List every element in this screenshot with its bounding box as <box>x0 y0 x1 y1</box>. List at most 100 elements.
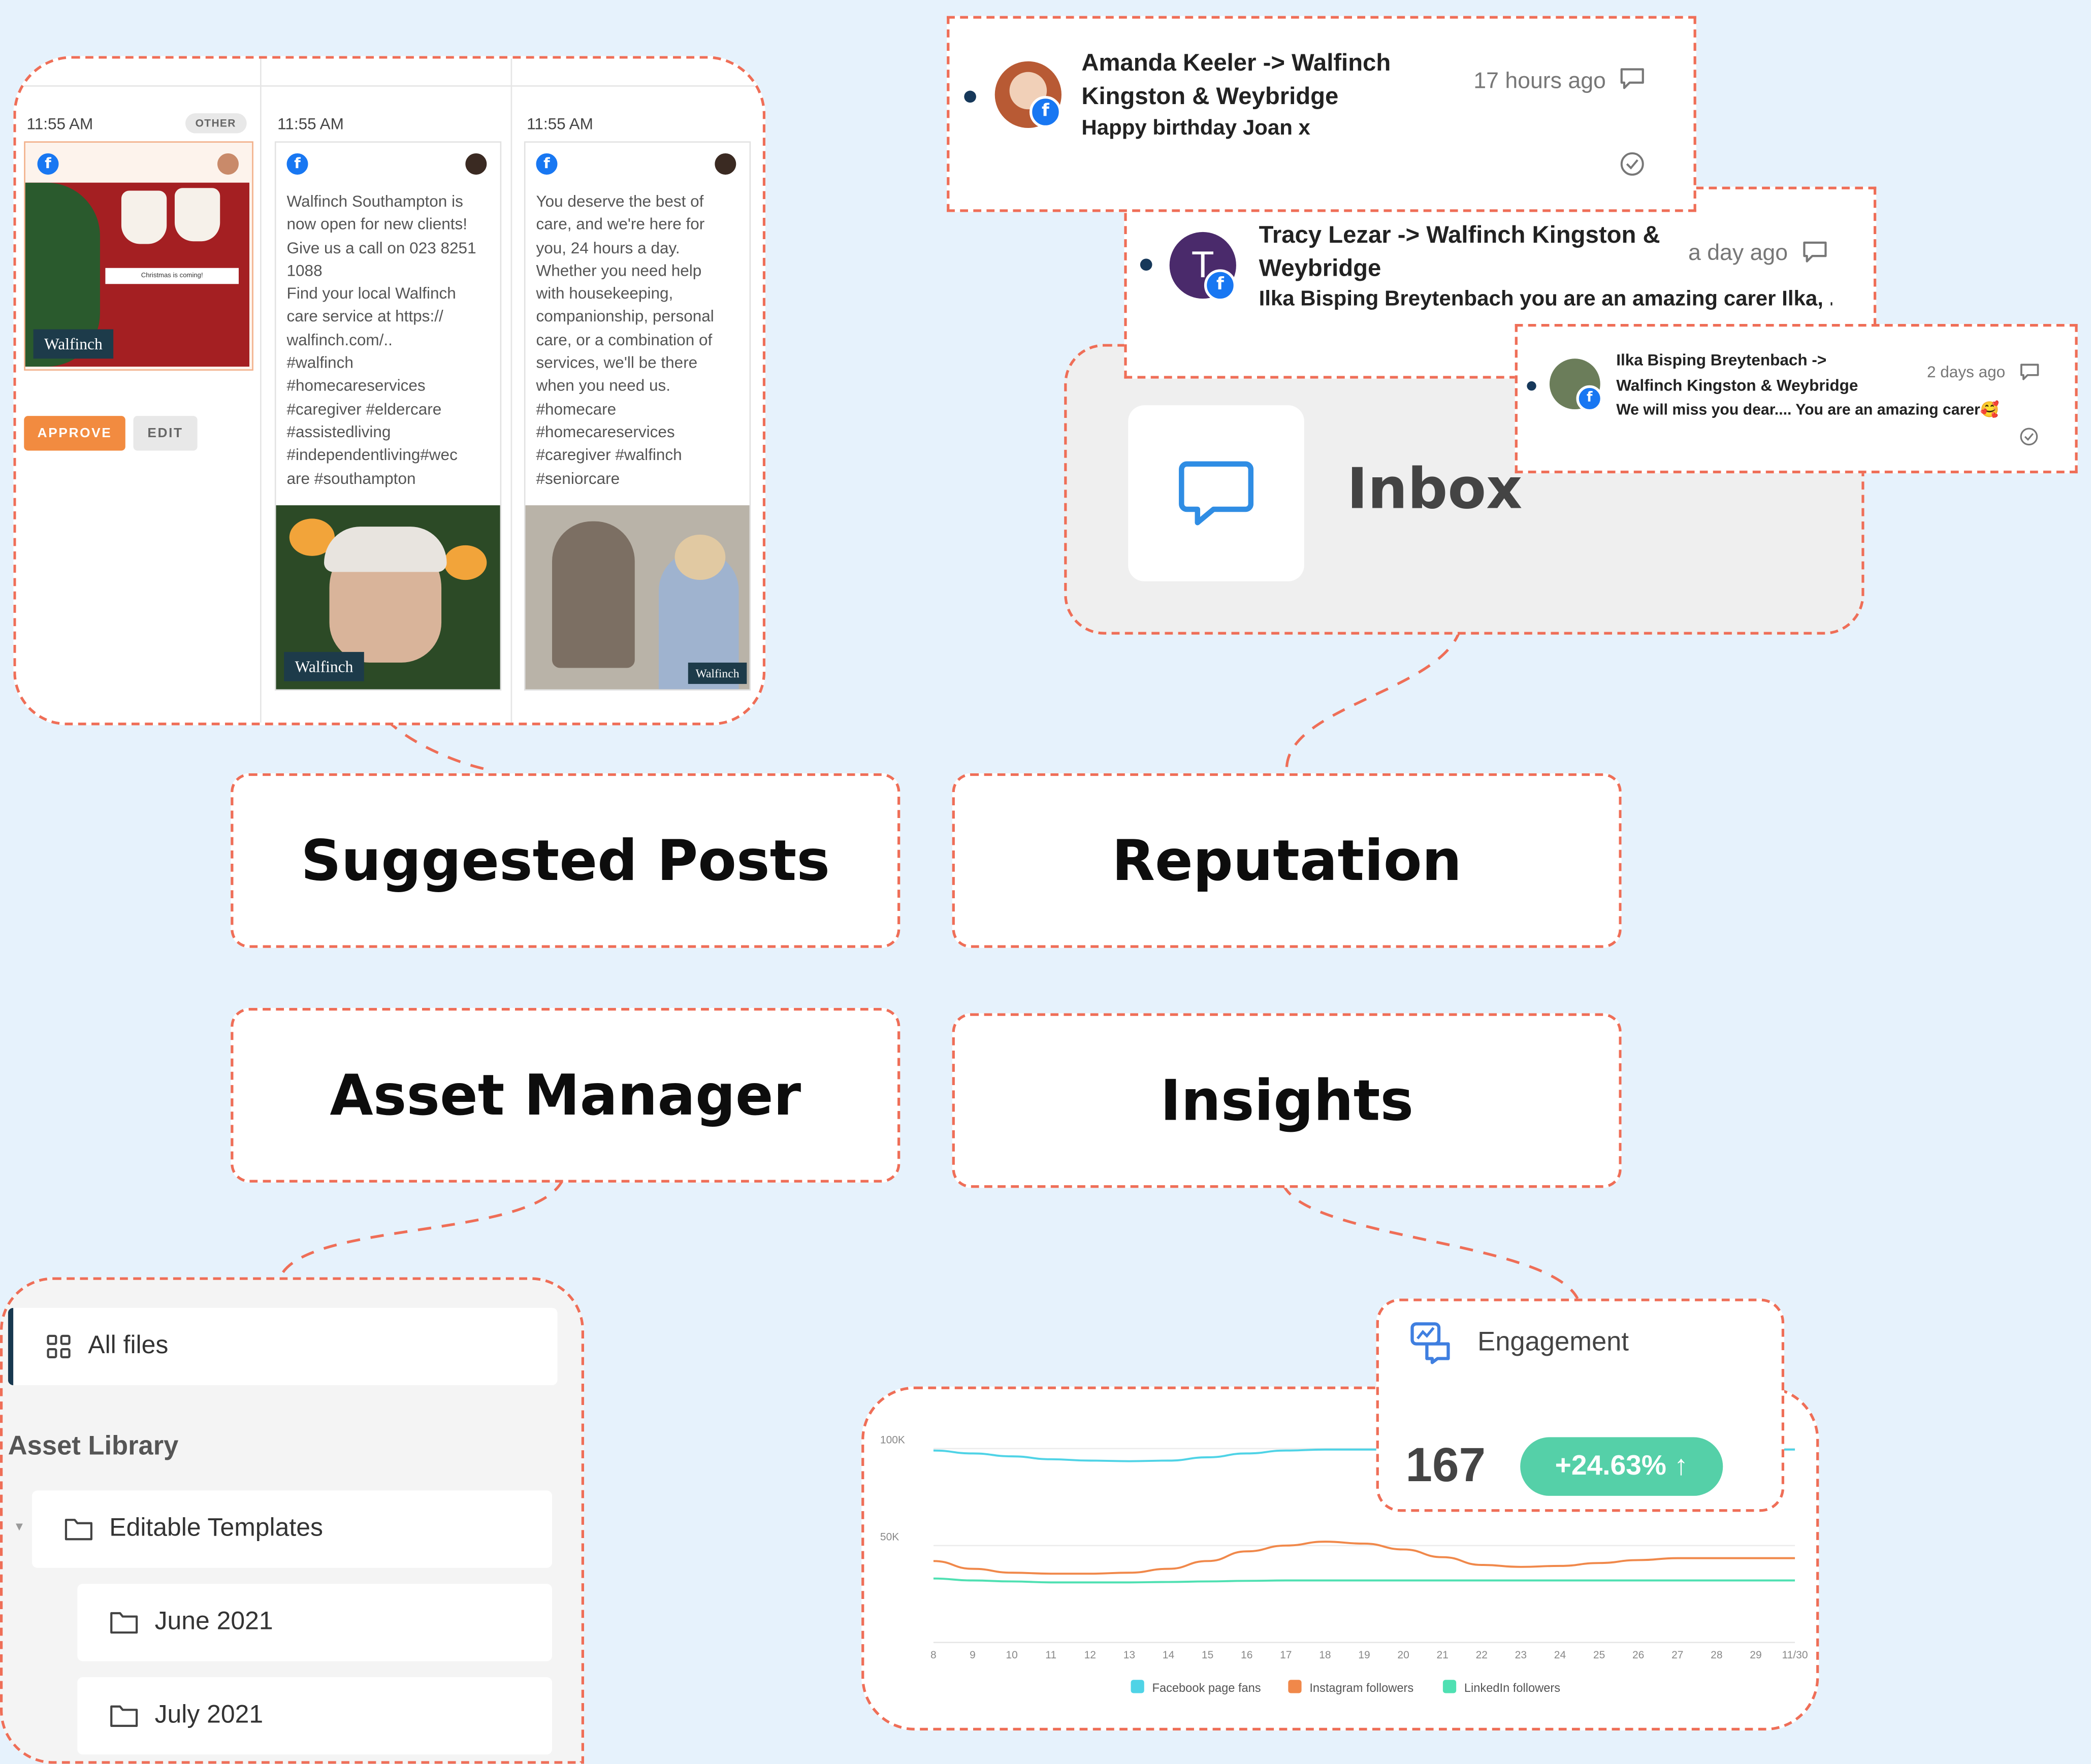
x-tick-label: 20 <box>1397 1649 1409 1661</box>
engagement-value: 167 <box>1405 1437 1486 1492</box>
x-tick-label: 25 <box>1593 1649 1605 1661</box>
x-tick-label: 17 <box>1280 1649 1292 1661</box>
post-text: Walfinch Southampton is now open for new… <box>286 192 476 487</box>
legend-swatch <box>1131 1680 1144 1693</box>
post-time: 11:55 AM <box>26 114 93 134</box>
image-caption: Christmas is coming! <box>105 268 239 284</box>
all-files-label: All files <box>88 1331 169 1360</box>
x-tick-label: 23 <box>1515 1649 1527 1661</box>
x-tick-label: 27 <box>1671 1649 1683 1661</box>
post-time: 11:55 AM <box>277 114 344 134</box>
notification-card[interactable]: f Ilka Bisping Breytenbach -> Walfinch K… <box>1515 324 2078 474</box>
inbox-title: Inbox <box>1346 455 1523 521</box>
mitten-shape <box>174 188 220 242</box>
post-time: 11:55 AM <box>527 114 593 134</box>
legend-label: Instagram followers <box>1309 1682 1413 1695</box>
brand-logo: Walfinch <box>284 651 364 681</box>
check-circle-icon[interactable] <box>1619 151 1646 178</box>
caret-down-icon[interactable]: ▼ <box>13 1520 25 1533</box>
brand-logo: Walfinch <box>688 662 747 684</box>
unread-dot <box>964 90 976 103</box>
x-tick-label: 29 <box>1750 1649 1761 1661</box>
facebook-icon: f <box>1576 385 1603 412</box>
notification-message: Happy birthday Joan x <box>1081 117 1310 140</box>
reply-icon[interactable] <box>1619 67 1646 90</box>
notification-time: 17 hours ago <box>1473 68 1606 93</box>
legend-label: LinkedIn followers <box>1464 1682 1560 1695</box>
x-tick-label: 15 <box>1202 1649 1213 1661</box>
all-files-item[interactable]: All files <box>8 1308 558 1385</box>
folder-icon <box>110 1612 138 1634</box>
folder-label: July 2021 <box>154 1701 264 1729</box>
folder-item[interactable]: Editable Templates <box>32 1490 552 1568</box>
engagement-chat-icon <box>1410 1322 1450 1364</box>
folder-label: June 2021 <box>154 1608 273 1636</box>
notification-time: a day ago <box>1688 240 1788 266</box>
y-tick-label: 100K <box>880 1434 905 1446</box>
x-tick-label: 24 <box>1554 1649 1566 1661</box>
brand-logo: Walfinch <box>33 329 114 359</box>
post-card[interactable]: f Christmas is coming! Walfinch <box>24 141 253 371</box>
x-tick-label: 11 <box>1045 1649 1056 1661</box>
x-tick-label: 13 <box>1123 1649 1135 1661</box>
post-image: Walfinch <box>276 505 500 690</box>
unread-dot <box>1527 381 1536 391</box>
facebook-icon: f <box>286 153 308 175</box>
chat-bubble-icon <box>1179 461 1254 526</box>
facebook-icon: f <box>536 153 558 175</box>
y-tick-label: 50K <box>880 1531 899 1543</box>
facebook-icon: f <box>1029 96 1061 128</box>
folder-item[interactable]: July 2021 <box>77 1677 552 1755</box>
x-tick-label: 18 <box>1319 1649 1331 1661</box>
avatar <box>465 153 487 175</box>
x-tick-label: 12 <box>1084 1649 1096 1661</box>
post-column: 11:55 AM f Walfinch Southampton is now o… <box>262 88 511 723</box>
facebook-icon: f <box>1204 269 1236 302</box>
x-tick-label: 16 <box>1241 1649 1252 1661</box>
legend-swatch <box>1442 1680 1457 1693</box>
mitten-shape <box>121 190 167 244</box>
suggested-posts-label: Suggested Posts <box>231 773 900 948</box>
insights-label: Insights <box>952 1013 1622 1188</box>
notification-sender: Amanda Keeler -> Walfinch Kingston & Wey… <box>1081 49 1391 110</box>
x-tick-label: 22 <box>1476 1649 1488 1661</box>
asset-manager-label: Asset Manager <box>231 1007 900 1183</box>
reply-icon[interactable] <box>1802 240 1828 264</box>
edit-button[interactable]: EDIT <box>133 416 198 451</box>
folder-label: Editable Templates <box>109 1514 323 1543</box>
folder-item[interactable]: June 2021 <box>77 1584 552 1661</box>
post-card[interactable]: f Walfinch Southampton is now open for n… <box>274 141 502 691</box>
post-column: 11:55 AM f You deserve the best of care,… <box>512 88 763 723</box>
post-card[interactable]: f You deserve the best of care, and we'r… <box>524 141 751 691</box>
inbox-tile[interactable] <box>1128 405 1304 581</box>
post-image: Christmas is coming! Walfinch <box>25 182 249 367</box>
facebook-icon: f <box>37 153 59 175</box>
reputation-label: Reputation <box>952 773 1622 948</box>
check-circle-icon[interactable] <box>2019 427 2039 446</box>
notification-sender: Tracy Lezar -> Walfinch Kingston & Weybr… <box>1259 221 1660 282</box>
post-text: You deserve the best of care, and we're … <box>536 192 714 487</box>
category-badge: OTHER <box>184 113 247 134</box>
engagement-card[interactable]: Engagement 167 +24.63% ↑ <box>1376 1298 1785 1512</box>
person-shape <box>552 521 635 668</box>
x-tick-label: 28 <box>1711 1649 1722 1661</box>
reply-icon[interactable] <box>2019 363 2040 381</box>
approve-button[interactable]: APPROVE <box>24 416 125 451</box>
series-line <box>933 1541 1795 1575</box>
grid-icon <box>47 1334 71 1358</box>
x-tick-label: 11/30 <box>1782 1649 1808 1661</box>
post-column: 11:55 AM OTHER f Christmas is coming! Wa… <box>16 88 260 723</box>
x-tick-label: 10 <box>1006 1649 1017 1661</box>
folder-icon <box>65 1519 92 1541</box>
notification-card[interactable]: f Amanda Keeler -> Walfinch Kingston & W… <box>947 16 1696 212</box>
x-tick-label: 14 <box>1163 1649 1175 1661</box>
panel-divider <box>16 85 763 87</box>
legend-label: Facebook page fans <box>1152 1682 1261 1695</box>
x-tick-label: 19 <box>1358 1649 1370 1661</box>
asset-manager-panel: All files Asset Library ▼ Editable Templ… <box>0 1277 585 1764</box>
x-tick-label: 21 <box>1437 1649 1449 1661</box>
series-line <box>933 1577 1795 1584</box>
avatar <box>715 153 736 175</box>
hair-shape <box>324 527 447 572</box>
post-image: Walfinch <box>525 505 750 690</box>
